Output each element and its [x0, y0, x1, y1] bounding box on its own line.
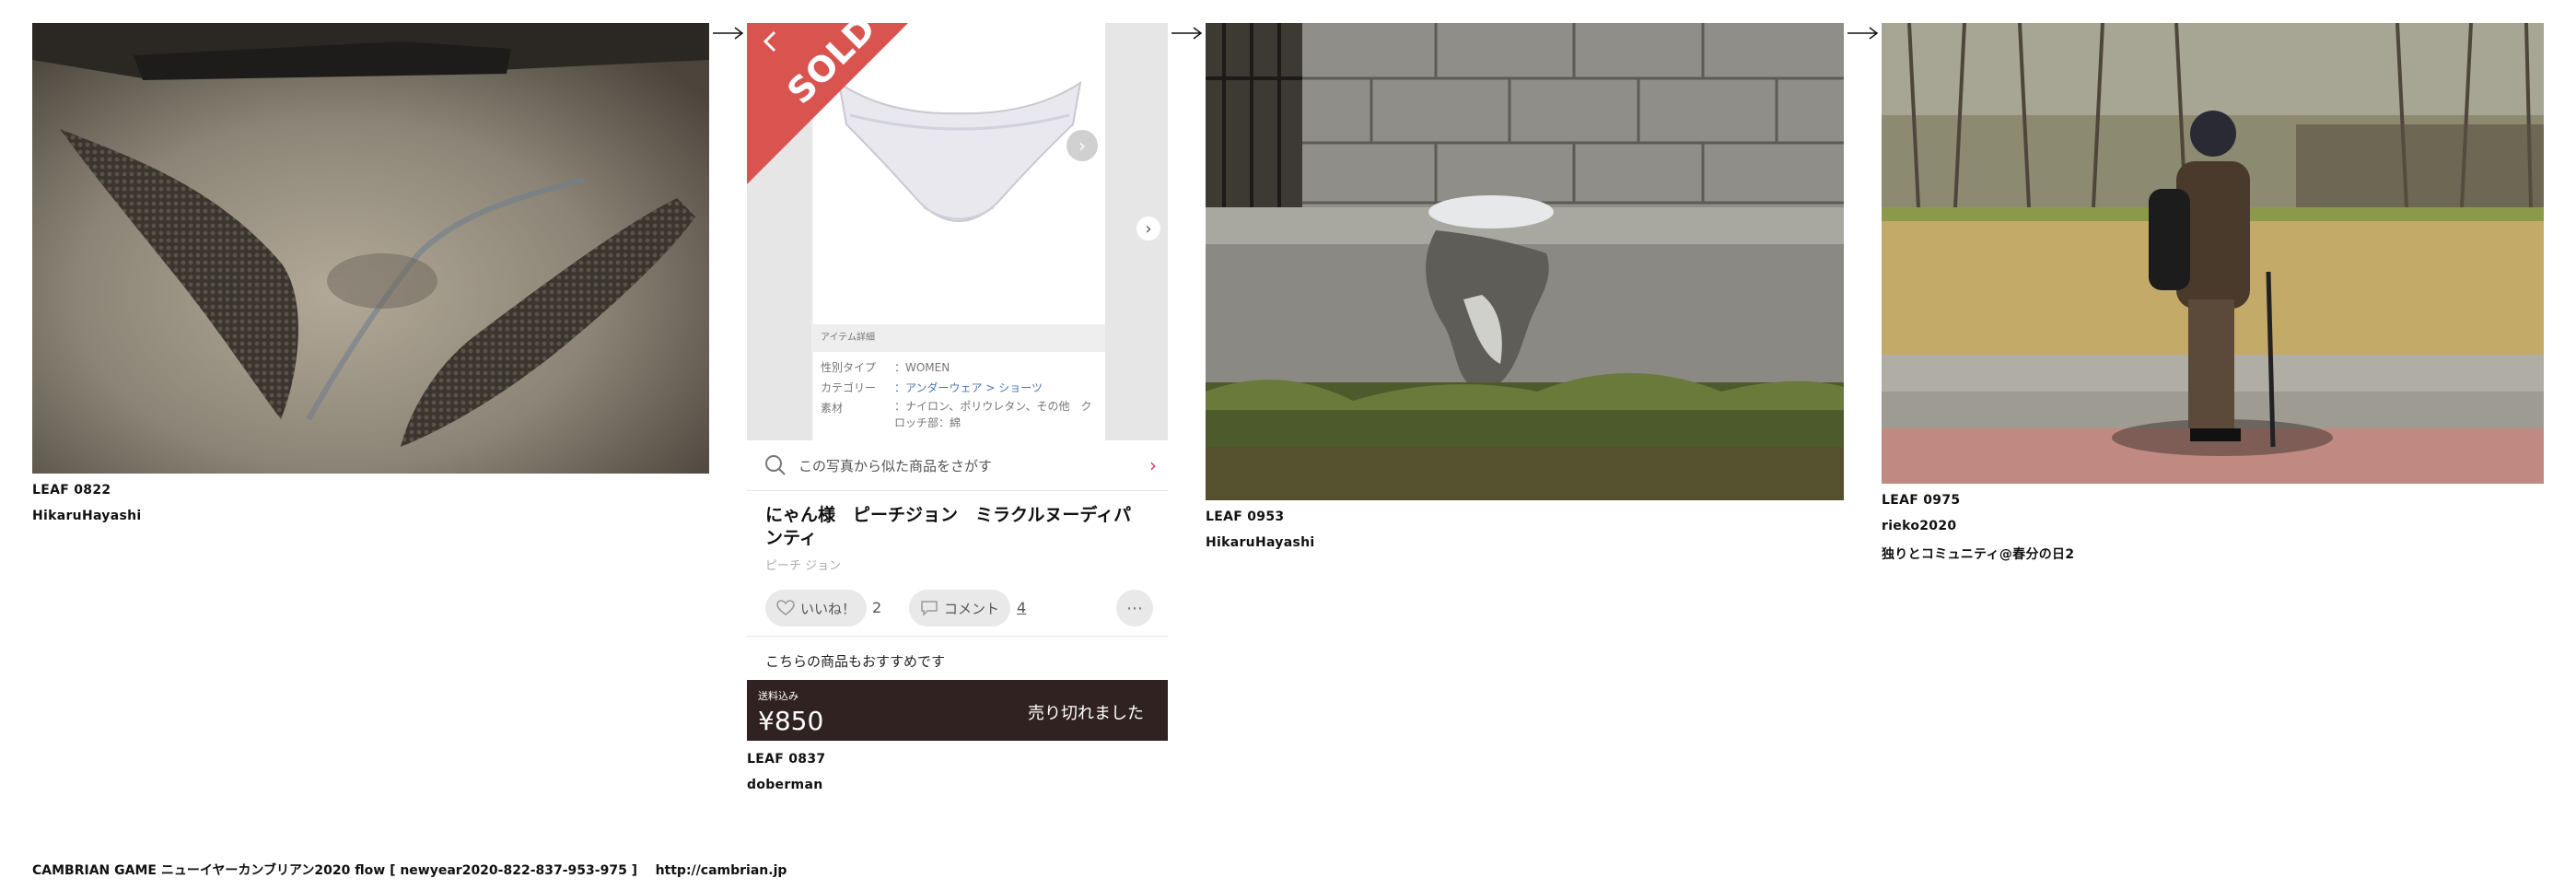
more-options-icon[interactable]: ⋯	[1116, 590, 1153, 627]
leaf-0822: LEAF 0822 HikaruHayashi	[32, 23, 709, 523]
leaf-author[interactable]: rieko2020	[1882, 519, 2544, 533]
sold-badge: SOLD	[747, 23, 908, 184]
similar-search-link[interactable]: この写真から似た商品をさがす ›	[747, 440, 1168, 491]
heart-icon	[776, 600, 795, 615]
next-image-icon[interactable]: ›	[1067, 130, 1098, 161]
detail-row: 素材 ：ナイロン、ポリウレタン、その他 クロッチ部：綿	[821, 400, 1092, 429]
leaf-0953: LEAF 0953 HikaruHayashi	[1206, 23, 1844, 550]
leaf-0975: LEAF 0975 rieko2020 独りとコミュニティ@春分の日2	[1882, 23, 2544, 563]
footer: CAMBRIAN GAME ニューイヤーカンブリアン2020 flow [ ne…	[32, 861, 787, 879]
park-photo[interactable]	[1882, 23, 2544, 484]
fossil-photo[interactable]	[32, 23, 709, 474]
leaf-caption: LEAF 0822	[32, 483, 111, 498]
shipping-label: 送料込み	[758, 690, 798, 702]
footer-flow-text: CAMBRIAN GAME ニューイヤーカンブリアン2020 flow [ ne…	[32, 863, 638, 878]
leaf-author[interactable]: HikaruHayashi	[32, 509, 709, 523]
search-icon	[765, 455, 786, 475]
leaf-caption: LEAF 0837	[747, 752, 826, 767]
chevron-right-icon: ›	[1149, 454, 1157, 476]
leaf-caption: LEAF 0975	[1882, 493, 1961, 508]
like-count: 2	[872, 599, 882, 616]
carousel-next-icon[interactable]: ›	[1136, 217, 1160, 240]
product-title: にゃん様 ピーチジョン ミラクルヌーディパンティ	[765, 505, 1132, 548]
leaf-author[interactable]: doberman	[747, 778, 1168, 792]
flow-arrow-icon	[713, 27, 744, 40]
comment-icon	[921, 601, 938, 616]
price-bar: 送料込み ¥850 売り切れました	[747, 680, 1168, 741]
leaf-0837: › › アイテム詳細 性別タイプ ：WOMEN カテゴリー ：アンダーウェア > シ…	[747, 23, 1168, 792]
item-details-header: アイテム詳細	[813, 324, 1105, 352]
recommend-label: こちらの商品もおすすめです	[765, 653, 946, 670]
comment-button[interactable]: コメント	[909, 590, 1010, 627]
similar-search-label: この写真から似た商品をさがす	[798, 457, 993, 474]
footer-url-link[interactable]: http://cambrian.jp	[656, 863, 787, 878]
price: ¥850	[758, 706, 824, 736]
leaf-caption: LEAF 0953	[1206, 509, 1285, 524]
flow-arrow-icon	[1847, 27, 1879, 40]
leaf-note: 独りとコミュニティ@春分の日2	[1882, 547, 2075, 562]
comment-count[interactable]: 4	[1017, 599, 1026, 616]
shop-screenshot: › › アイテム詳細 性別タイプ ：WOMEN カテゴリー ：アンダーウェア > シ…	[747, 23, 1168, 440]
soldout-label: 売り切れました	[1028, 704, 1144, 723]
detail-row: 性別タイプ ：WOMEN	[821, 361, 950, 374]
brand-link[interactable]: ピーチ ジョン	[765, 556, 1149, 573]
wall-photo[interactable]	[1206, 23, 1844, 500]
leaf-author[interactable]: HikaruHayashi	[1206, 535, 1844, 550]
flow-arrow-icon	[1171, 27, 1203, 40]
detail-row: カテゴリー ：アンダーウェア > ショーツ	[821, 381, 1043, 394]
like-button[interactable]: いいね！	[765, 590, 867, 627]
